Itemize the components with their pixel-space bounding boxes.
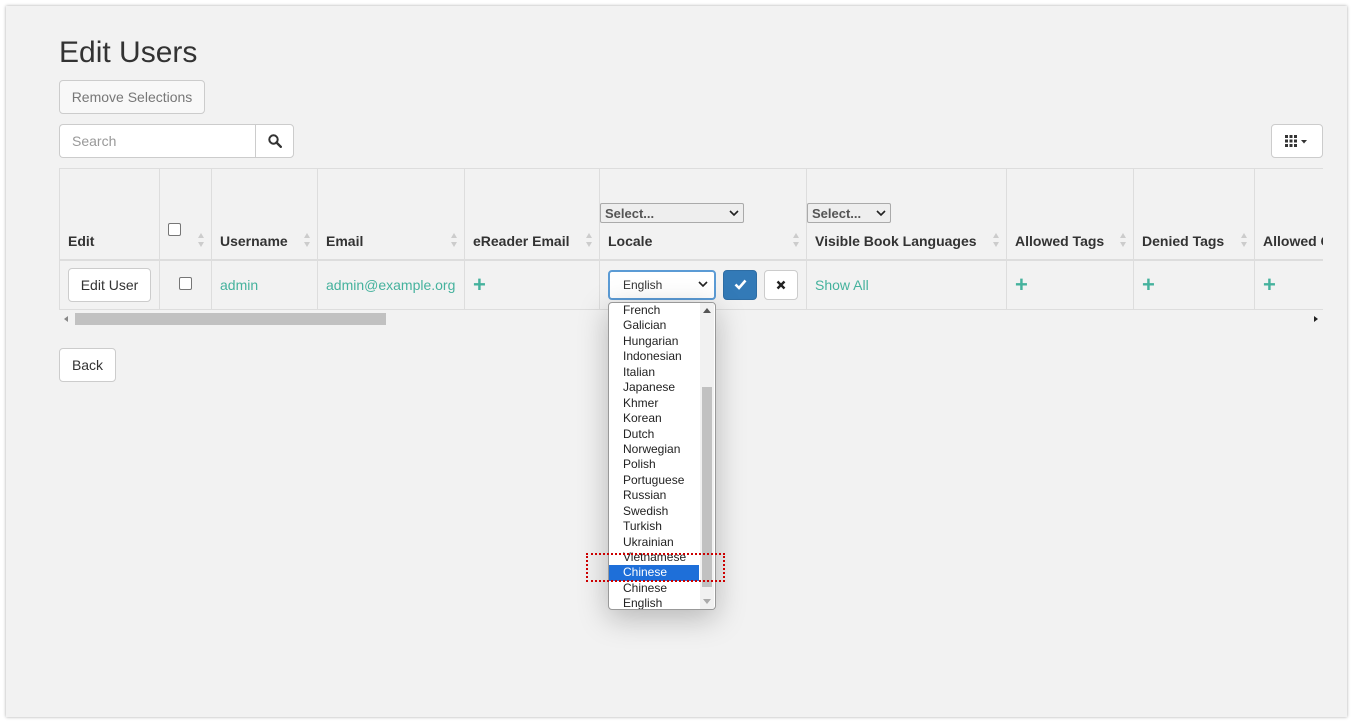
locale-option[interactable]: Russian <box>609 488 699 503</box>
page-title: Edit Users <box>59 36 198 69</box>
locale-option[interactable]: French <box>609 303 699 318</box>
locale-option[interactable]: Dutch <box>609 427 699 442</box>
chevron-down-icon <box>876 209 886 216</box>
cell-username: admin <box>211 259 318 310</box>
row-checkbox[interactable] <box>179 276 192 290</box>
columns-toggle-button[interactable] <box>1271 124 1323 158</box>
locale-option[interactable]: Chinese <box>609 581 699 596</box>
header-denied-tags[interactable]: Denied Tags <box>1133 168 1255 261</box>
username-link[interactable]: admin <box>220 277 258 293</box>
languages-filter-select[interactable]: Select... <box>807 203 891 223</box>
locale-option[interactable]: Hungarian <box>609 334 699 349</box>
sort-icon[interactable] <box>304 232 311 247</box>
header-edit: Edit <box>59 168 160 261</box>
header-email[interactable]: Email <box>317 168 465 261</box>
scroll-left-icon[interactable] <box>64 316 68 322</box>
locale-option[interactable]: English <box>609 596 699 609</box>
cell-visible-languages: Show All <box>806 259 1007 310</box>
cell-allowed-other: + <box>1254 259 1323 310</box>
add-ereader-email-button[interactable]: + <box>473 272 486 297</box>
checkmark-icon <box>734 279 746 290</box>
locale-select[interactable]: English <box>608 269 716 300</box>
locale-option[interactable]: Ukrainian <box>609 535 699 550</box>
app-window: Edit Users Remove Selections Search Edit… <box>6 6 1347 717</box>
search-button[interactable] <box>255 124 294 158</box>
locale-filter-select[interactable]: Select... <box>600 203 744 223</box>
confirm-locale-button[interactable] <box>723 269 757 300</box>
sort-icon[interactable] <box>1120 232 1127 247</box>
selection-highlight-box <box>586 553 725 582</box>
sort-icon[interactable] <box>586 232 593 247</box>
remove-selections-button[interactable]: Remove Selections <box>59 80 205 114</box>
sort-icon[interactable] <box>793 232 800 247</box>
sort-icon[interactable] <box>1241 232 1248 247</box>
locale-option[interactable]: Italian <box>609 365 699 380</box>
sort-icon[interactable] <box>451 232 458 247</box>
header-visible-languages[interactable]: Select... Visible Book Languages <box>806 168 1007 261</box>
select-all-checkbox[interactable] <box>168 222 181 236</box>
header-ereader-email[interactable]: eReader Email <box>464 168 600 261</box>
locale-option[interactable]: Polish <box>609 457 699 472</box>
edit-user-button[interactable]: Edit User <box>68 267 151 302</box>
locale-option[interactable]: Portuguese <box>609 473 699 488</box>
header-select-all <box>159 168 212 261</box>
locale-option[interactable]: Japanese <box>609 380 699 395</box>
cell-select <box>159 259 212 310</box>
add-allowed-other-button[interactable]: + <box>1263 272 1276 297</box>
header-allowed-tags[interactable]: Allowed Tags <box>1006 168 1134 261</box>
cell-denied-tags: + <box>1133 259 1255 310</box>
sort-icon[interactable] <box>198 232 205 247</box>
chevron-down-icon <box>698 281 708 288</box>
locale-option[interactable]: Indonesian <box>609 349 699 364</box>
search-icon <box>267 134 282 148</box>
close-icon <box>776 280 786 289</box>
cell-email: admin@example.org <box>317 259 465 310</box>
header-allowed-other[interactable]: Allowed C <box>1254 168 1323 261</box>
header-username[interactable]: Username <box>211 168 318 261</box>
cancel-locale-button[interactable] <box>764 269 798 300</box>
table-header-row: Edit Username Email eReader Email Select… <box>59 168 1323 261</box>
locale-option[interactable]: Turkish <box>609 519 699 534</box>
locale-option[interactable]: Galician <box>609 318 699 333</box>
cell-ereader-email: + <box>464 259 600 310</box>
chevron-down-icon <box>729 209 739 216</box>
search-input[interactable] <box>59 124 255 158</box>
add-allowed-tags-button[interactable]: + <box>1015 272 1028 297</box>
cell-allowed-tags: + <box>1006 259 1134 310</box>
scroll-right-icon[interactable] <box>1314 316 1318 322</box>
scroll-up-icon[interactable] <box>703 308 711 313</box>
locale-option[interactable]: Khmer <box>609 396 699 411</box>
locale-option[interactable]: Norwegian <box>609 442 699 457</box>
sort-icon[interactable] <box>993 232 1000 247</box>
users-table: Edit Username Email eReader Email Select… <box>59 168 1323 310</box>
search-group <box>59 124 294 158</box>
scrollbar-thumb[interactable] <box>75 313 386 325</box>
cell-edit: Edit User <box>59 259 160 310</box>
users-table-container: Edit Username Email eReader Email Select… <box>59 168 1323 311</box>
email-link[interactable]: admin@example.org <box>326 277 455 293</box>
header-locale[interactable]: Select... Locale <box>599 168 807 261</box>
locale-option[interactable]: Swedish <box>609 504 699 519</box>
add-denied-tags-button[interactable]: + <box>1142 272 1155 297</box>
back-button[interactable]: Back <box>59 348 116 382</box>
show-all-link[interactable]: Show All <box>815 277 869 293</box>
locale-option[interactable]: Korean <box>609 411 699 426</box>
scroll-down-icon[interactable] <box>703 599 711 604</box>
grid-icon <box>1285 135 1307 147</box>
